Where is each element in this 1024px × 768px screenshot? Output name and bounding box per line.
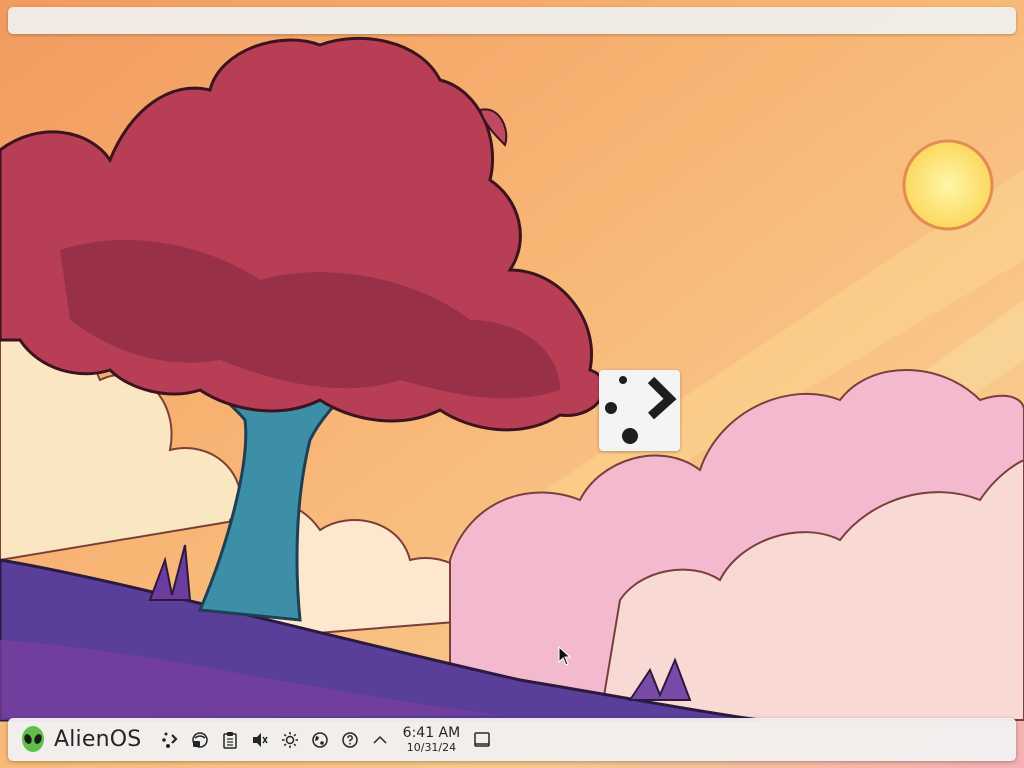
application-launcher[interactable]: AlienOS [20, 718, 141, 761]
top-panel [8, 7, 1016, 34]
kde-connect-icon[interactable] [155, 725, 185, 755]
taskbar: AlienOS 6:41 AM 10/31/24 [8, 718, 1016, 761]
digital-clock[interactable]: 6:41 AM 10/31/24 [399, 726, 463, 753]
network-icon[interactable] [185, 725, 215, 755]
globe-icon[interactable] [305, 725, 335, 755]
show-desktop-icon[interactable] [467, 725, 497, 755]
volume-muted-icon[interactable] [245, 725, 275, 755]
clipboard-icon[interactable] [215, 725, 245, 755]
kde-connect-logo-icon [605, 376, 677, 444]
brightness-icon[interactable] [275, 725, 305, 755]
clock-time: 6:41 AM [402, 725, 461, 741]
launcher-label: AlienOS [54, 727, 142, 752]
expand-tray-icon[interactable] [365, 725, 395, 755]
desktop-wallpaper [0, 0, 1024, 768]
alien-head-icon [22, 725, 44, 752]
system-tray [155, 725, 395, 755]
help-icon[interactable] [335, 725, 365, 755]
mouse-cursor-icon [558, 646, 572, 666]
clock-date: 10/31/24 [406, 741, 457, 754]
app-launcher-icon[interactable] [599, 370, 680, 451]
